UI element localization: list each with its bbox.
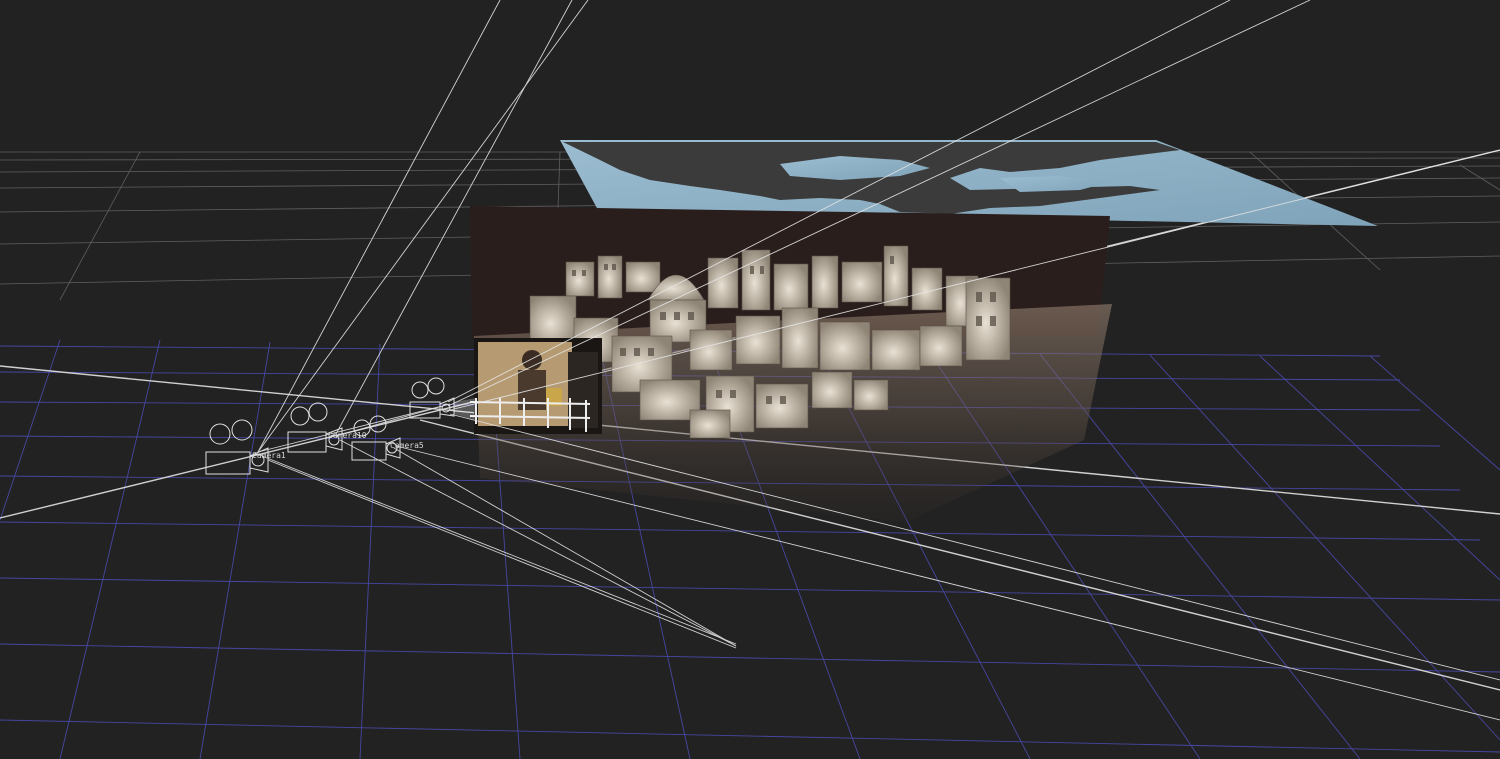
camera-5-label: Camera5 bbox=[390, 441, 424, 450]
3d-viewport[interactable]: Camera1 Camera10 Camera5 bbox=[0, 0, 1500, 759]
camera-active[interactable] bbox=[409, 377, 476, 420]
scene-canvas[interactable]: Camera1 Camera10 Camera5 bbox=[0, 0, 1500, 759]
city-set bbox=[469, 206, 1112, 522]
foreground-card bbox=[474, 338, 602, 434]
camera-1-label: Camera1 bbox=[252, 451, 286, 460]
camera-1[interactable]: Camera1 bbox=[205, 419, 286, 475]
